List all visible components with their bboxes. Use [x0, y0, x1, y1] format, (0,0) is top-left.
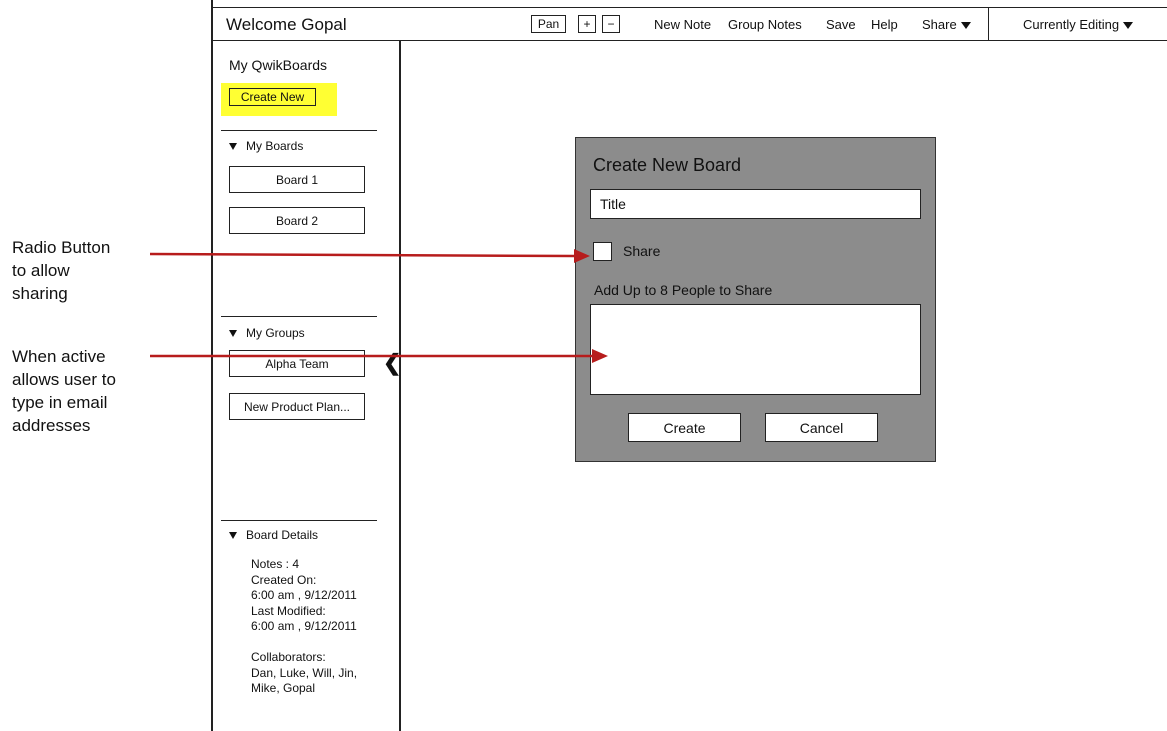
- welcome-text: Welcome Gopal: [226, 15, 347, 34]
- my-boards-label: My Boards: [246, 139, 304, 153]
- people-email-field[interactable]: [590, 304, 921, 395]
- triangle-down-icon: [229, 531, 237, 539]
- my-boards-header[interactable]: My Boards: [229, 139, 303, 153]
- zoom-in-button[interactable]: +: [578, 15, 596, 33]
- group-notes-menu[interactable]: Group Notes: [728, 17, 802, 32]
- annotation-line: type in email: [12, 393, 108, 412]
- annotation-line: Radio Button: [12, 238, 111, 257]
- chevron-down-icon: [1123, 22, 1134, 30]
- collaborators-value: Dan, Luke, Will, Jin,: [251, 665, 358, 680]
- board-details-header[interactable]: Board Details: [229, 528, 318, 542]
- my-groups-label: My Groups: [246, 326, 305, 340]
- collaborators-value-cont: Mike, Gopal: [251, 681, 316, 695]
- board-1-button[interactable]: Board 1: [229, 166, 365, 193]
- annotation-line: allows user to: [12, 370, 116, 389]
- people-label: Add Up to 8 People to Share: [594, 282, 773, 298]
- chevron-down-icon: [960, 22, 971, 30]
- annotation-radio: Radio Button to allow sharing: [12, 236, 110, 305]
- collapse-sidebar-icon[interactable]: ❮: [383, 352, 401, 374]
- my-groups-header[interactable]: My Groups: [229, 326, 305, 340]
- annotation-line: addresses: [12, 416, 91, 435]
- section-divider: [221, 520, 377, 521]
- last-modified-value: 6:00 am , 9/12/2011: [251, 619, 357, 633]
- cancel-button[interactable]: Cancel: [765, 413, 878, 442]
- save-menu[interactable]: Save: [826, 17, 856, 32]
- new-product-plan-button[interactable]: New Product Plan...: [229, 393, 365, 420]
- annotation-email: When active allows user to type in email…: [12, 345, 116, 437]
- share-label: Share: [623, 243, 661, 259]
- triangle-down-icon: [229, 329, 237, 337]
- annotation-line: to allow: [12, 261, 70, 280]
- pan-button[interactable]: Pan: [531, 15, 566, 33]
- share-checkbox[interactable]: [593, 242, 612, 261]
- triangle-down-icon: [229, 142, 237, 150]
- notes-count: Notes : 4: [251, 557, 300, 571]
- create-button[interactable]: Create: [628, 413, 741, 442]
- created-on-label: Created On:: [251, 572, 317, 587]
- annotation-line: sharing: [12, 284, 68, 303]
- currently-editing-label: Currently Editing: [1023, 17, 1120, 32]
- last-modified-label: Last Modified:: [251, 603, 326, 618]
- board-details: Notes : 4 Created On: 6:00 am , 9/12/201…: [251, 557, 357, 697]
- create-new-button[interactable]: Create New: [229, 88, 316, 106]
- toolbar-divider: [988, 7, 989, 41]
- share-menu-label: Share: [922, 17, 957, 32]
- board-2-button[interactable]: Board 2: [229, 207, 365, 234]
- new-note-menu[interactable]: New Note: [654, 17, 711, 32]
- board-details-label: Board Details: [246, 528, 319, 542]
- section-divider: [221, 130, 377, 131]
- created-on-value: 6:00 am , 9/12/2011: [251, 588, 357, 602]
- collaborators-label: Collaborators:: [251, 650, 326, 664]
- annotation-line: When active: [12, 347, 106, 366]
- alpha-team-button[interactable]: Alpha Team: [229, 350, 365, 377]
- sidebar-title: My QwikBoards: [229, 57, 328, 73]
- title-field[interactable]: [590, 189, 921, 219]
- zoom-out-button[interactable]: −: [602, 15, 620, 33]
- help-menu[interactable]: Help: [871, 17, 898, 32]
- share-menu[interactable]: Share: [922, 17, 971, 32]
- dialog-title: Create New Board: [593, 155, 742, 175]
- currently-editing-menu[interactable]: Currently Editing: [1023, 17, 1134, 32]
- section-divider: [221, 316, 377, 317]
